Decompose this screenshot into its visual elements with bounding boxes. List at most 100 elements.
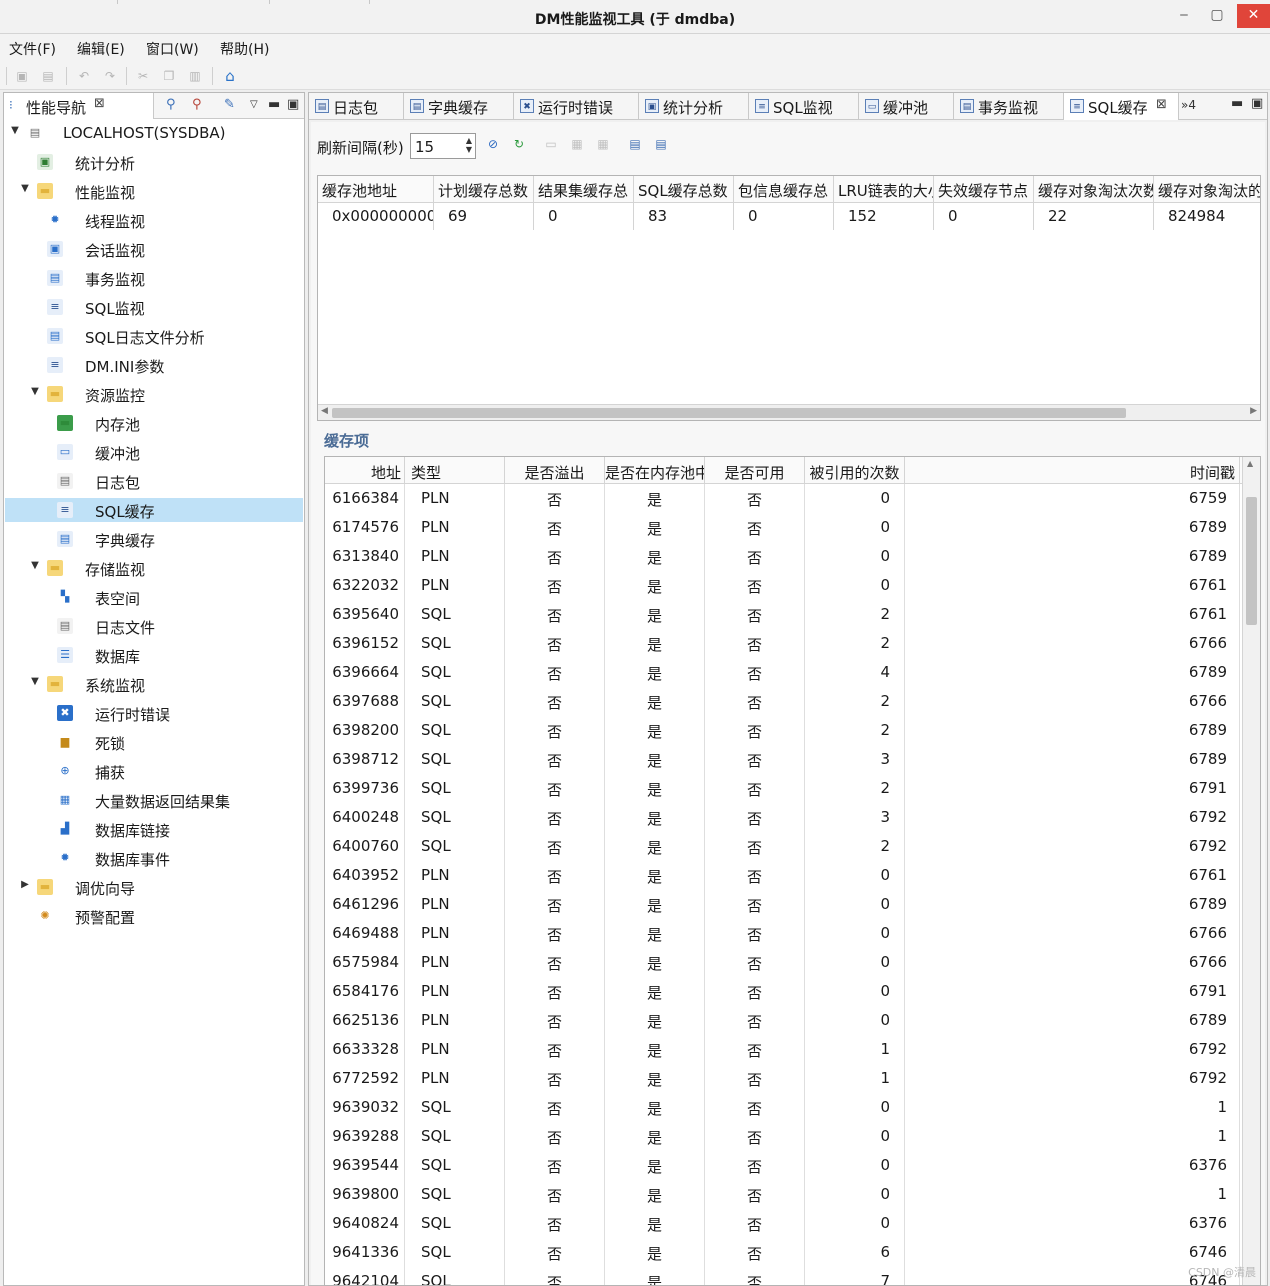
menu-window[interactable]: 窗口(W) xyxy=(146,39,199,59)
save-icon[interactable]: ▣ xyxy=(14,68,30,84)
column-header[interactable]: 结果集缓存总 xyxy=(534,176,634,203)
menu-edit[interactable]: 编辑(E) xyxy=(77,39,125,59)
minimize-view-icon[interactable]: ▬ xyxy=(268,97,280,112)
table-row[interactable]: 9642104 SQL 否是否 7 6746 xyxy=(325,1267,1240,1285)
table-row[interactable]: 6625136 PLN 否是否 0 6789 xyxy=(325,1006,1240,1035)
editor-tab[interactable]: ▭ 缓冲池 xyxy=(859,93,954,120)
tree-item[interactable]: ✺ 预警配置 xyxy=(5,904,303,928)
close-icon[interactable]: ⊠ xyxy=(94,96,105,111)
column-header[interactable]: 是否溢出 xyxy=(505,457,605,484)
column-header[interactable]: 地址 xyxy=(325,457,405,484)
tree-item[interactable]: ⊕ 捕获 xyxy=(5,759,303,783)
tree-item[interactable]: ▆ 死锁 xyxy=(5,730,303,754)
table-row[interactable]: 6398712 SQL 否是否 3 6789 xyxy=(325,745,1240,774)
tree-item[interactable]: ≡ SQL缓存 xyxy=(5,498,303,522)
edit-icon[interactable]: ✎ xyxy=(224,97,235,112)
tree-item[interactable]: ▤ 事务监视 xyxy=(5,266,303,290)
table-row[interactable]: 6403952 PLN 否是否 0 6761 xyxy=(325,861,1240,890)
table-row[interactable]: 9639032 SQL 否是否 0 1 xyxy=(325,1093,1240,1122)
table-row[interactable]: 6461296 PLN 否是否 0 6789 xyxy=(325,890,1240,919)
editor-tab[interactable]: ▤ 日志包 xyxy=(309,93,404,120)
tree-item[interactable]: ▤ 日志包 xyxy=(5,469,303,493)
column-header[interactable]: 计划缓存总数 xyxy=(434,176,534,203)
editor-tab[interactable]: ▤ 事务监视 xyxy=(954,93,1064,120)
tree-item[interactable]: ▼ ▤ LOCALHOST(SYSDBA) xyxy=(5,121,303,145)
table-row[interactable]: 6174576 PLN 否是否 0 6789 xyxy=(325,513,1240,542)
expanded-arrow-icon[interactable]: ▼ xyxy=(20,183,30,194)
vertical-scroll-thumb[interactable] xyxy=(1246,497,1257,625)
table-row[interactable]: 6396664 SQL 否是否 4 6789 xyxy=(325,658,1240,687)
tree-item[interactable]: ▼ ▬ 资源监控 xyxy=(5,382,303,406)
vertical-scrollbar[interactable]: ▲ xyxy=(1242,457,1260,1285)
column-header[interactable]: 是否在内存池中 xyxy=(605,457,705,484)
editor-tab[interactable]: ✖ 运行时错误 xyxy=(514,93,639,120)
tab-performance-nav[interactable]: ⁝ 性能导航 ⊠ xyxy=(4,93,154,119)
collapsed-arrow-icon[interactable]: ▶ xyxy=(20,879,30,890)
column-header[interactable]: 被引用的次数 xyxy=(805,457,905,484)
horizontal-scrollbar[interactable]: ◀ ▶ xyxy=(318,404,1260,420)
table-row[interactable]: 6396152 SQL 否是否 2 6766 xyxy=(325,629,1240,658)
table-row[interactable]: 6772592 PLN 否是否 1 6792 xyxy=(325,1064,1240,1093)
save-all-icon[interactable]: ▤ xyxy=(40,68,56,84)
table-row[interactable]: 9641336 SQL 否是否 6 6746 xyxy=(325,1238,1240,1267)
disconnect-icon[interactable]: ⚲ xyxy=(192,97,202,112)
table-row[interactable]: 9640824 SQL 否是否 0 6376 xyxy=(325,1209,1240,1238)
paste-icon[interactable]: ▥ xyxy=(187,68,203,84)
refresh-interval-spinner[interactable]: 15 ▲ ▼ xyxy=(410,133,476,159)
column-header[interactable]: 时间戳 xyxy=(905,457,1240,484)
expanded-arrow-icon[interactable]: ▼ xyxy=(30,676,40,687)
home-icon[interactable]: ⌂ xyxy=(222,68,238,84)
expanded-arrow-icon[interactable]: ▼ xyxy=(30,386,40,397)
tree-item[interactable]: ▣ 会话监视 xyxy=(5,237,303,261)
table-row[interactable]: 6313840 PLN 否是否 0 6789 xyxy=(325,542,1240,571)
column-header[interactable]: 缓存池地址 xyxy=(318,176,434,203)
tree-item[interactable]: ▤ 字典缓存 xyxy=(5,527,303,551)
editor-tab[interactable]: ≡ SQL监视 xyxy=(749,93,859,120)
connect-icon[interactable]: ⚲ xyxy=(166,97,176,112)
table-row[interactable]: 6166384 PLN 否是否 0 6759 xyxy=(325,484,1240,513)
column-header[interactable]: 包信息缓存总 xyxy=(734,176,834,203)
editor-tab[interactable]: ▣ 统计分析 xyxy=(639,93,749,120)
minimize-editor-icon[interactable]: ▬ xyxy=(1231,96,1243,111)
table-row[interactable]: 9639544 SQL 否是否 0 6376 xyxy=(325,1151,1240,1180)
scroll-up-icon[interactable]: ▲ xyxy=(1247,459,1253,468)
spinner-arrows-icon[interactable]: ▲ ▼ xyxy=(466,136,472,154)
maximize-view-icon[interactable]: ▣ xyxy=(287,97,299,112)
menu-help[interactable]: 帮助(H) xyxy=(220,39,269,59)
column-header[interactable]: 失效缓存节点 xyxy=(934,176,1034,203)
editor-tab[interactable]: ▤ 字典缓存 xyxy=(404,93,514,120)
refresh-icon[interactable]: ↻ xyxy=(511,136,527,152)
tree-item[interactable]: ☰ 数据库 xyxy=(5,643,303,667)
column-header[interactable]: 是否可用 xyxy=(705,457,805,484)
editor-tab[interactable]: ≡ SQL缓存 ⊠ xyxy=(1064,93,1179,120)
tree-item[interactable]: ▼ ▬ 存储监视 xyxy=(5,556,303,580)
table-row[interactable]: 6400248 SQL 否是否 3 6792 xyxy=(325,803,1240,832)
tree-item[interactable]: ▚ 表空间 xyxy=(5,585,303,609)
tree-item[interactable]: ▼ ▬ 性能监视 xyxy=(5,179,303,203)
tree-item[interactable]: ✹ 线程监视 xyxy=(5,208,303,232)
tree-item[interactable]: ▼ ▬ 系统监视 xyxy=(5,672,303,696)
sql-disabled-icon[interactable]: ▭ xyxy=(543,136,559,152)
table-row[interactable]: 6584176 PLN 否是否 0 6791 xyxy=(325,977,1240,1006)
column-header[interactable]: 类型 xyxy=(405,457,505,484)
tree-item[interactable]: ≡ SQL监视 xyxy=(5,295,303,319)
redo-icon[interactable]: ↷ xyxy=(102,68,118,84)
table-row[interactable]: 6397688 SQL 否是否 2 6766 xyxy=(325,687,1240,716)
maximize-editor-icon[interactable]: ▣ xyxy=(1251,96,1263,111)
tree-item[interactable]: ▤ SQL日志文件分析 xyxy=(5,324,303,348)
maximize-button[interactable]: ▢ xyxy=(1203,4,1231,28)
table-row[interactable]: 9639288 SQL 否是否 0 1 xyxy=(325,1122,1240,1151)
export-all-icon[interactable]: ▤ xyxy=(653,136,669,152)
column-header[interactable]: 缓存对象淘汰的 xyxy=(1154,176,1260,203)
table-row[interactable]: 6633328 PLN 否是否 1 6792 xyxy=(325,1035,1240,1064)
tabs-overflow[interactable]: »4 xyxy=(1181,98,1196,112)
horizontal-scroll-thumb[interactable] xyxy=(332,408,1126,418)
table-disabled-icon[interactable]: ▦ xyxy=(569,136,585,152)
stop-refresh-icon[interactable]: ⊘ xyxy=(485,136,501,152)
grid-disabled-icon[interactable]: ▦ xyxy=(595,136,611,152)
tree-item[interactable]: ▭ 缓冲池 xyxy=(5,440,303,464)
tree-item[interactable]: ▟ 数据库链接 xyxy=(5,817,303,841)
table-row[interactable]: 6400760 SQL 否是否 2 6792 xyxy=(325,832,1240,861)
scroll-right-icon[interactable]: ▶ xyxy=(1250,406,1257,416)
view-menu-icon[interactable]: ▽ xyxy=(250,99,258,110)
